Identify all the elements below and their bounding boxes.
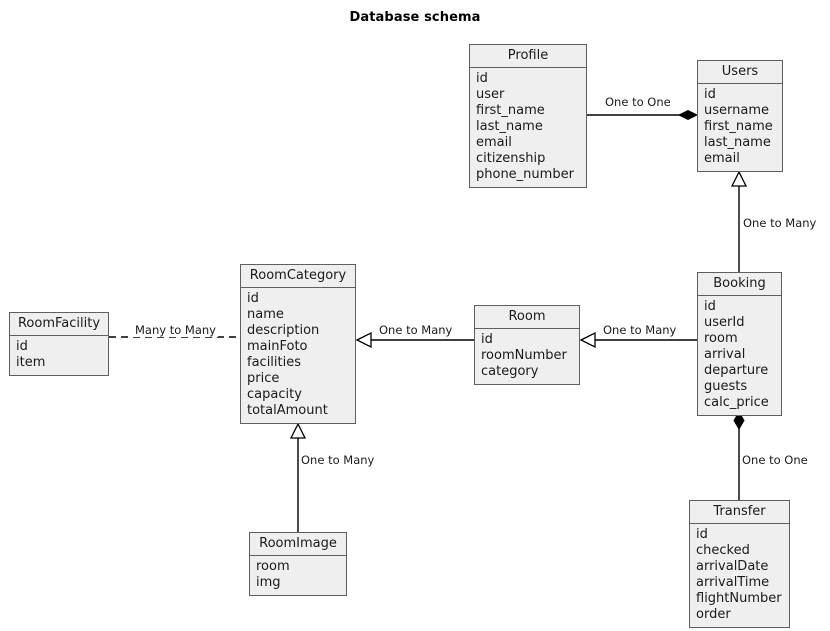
entity-field: last_name [476,119,543,134]
entity-roomimage[interactable]: RoomImage room img [249,532,347,596]
entity-field: username [704,103,769,118]
entity-users[interactable]: Users id username first_name last_name email [697,60,783,172]
entity-field: citizenship [476,151,546,166]
entity-title-transfer: Transfer [690,501,789,524]
entity-field: arrival [704,347,746,362]
entity-profile[interactable]: Profile id user first_name last_name email cit… [469,44,587,188]
entity-title-profile: Profile [470,45,586,68]
entity-field: capacity [247,387,302,402]
hollow-triangle-marker [355,331,372,349]
entity-fields-booking: id userId room arrival departure guests calc_p… [698,296,781,415]
entity-field: email [704,151,740,166]
entity-fields-roomcategory: id name description mainFoto facilities price… [241,288,355,423]
entity-field: roomNumber [481,348,567,363]
entity-field: arrivalTime [696,575,770,590]
edge-label-transfer-booking: One to One [740,453,810,467]
entity-fields-users: id username first_name last_name email [698,84,782,171]
filled-diamond-marker [677,109,699,121]
edge-label-room-roomcategory: One to Many [377,323,455,337]
edge-label-roomfacility-roomcategory: Many to Many [133,323,218,337]
entity-field: phone_number [476,167,574,182]
entity-field: category [481,364,539,379]
entity-booking[interactable]: Booking id userId room arrival departure guest… [697,272,782,416]
entity-field: checked [696,543,750,558]
entity-field: order [696,607,731,622]
entity-field: item [16,355,46,370]
entity-field: id [704,299,716,314]
edge-label-roomimage-roomcategory: One to Many [299,453,377,467]
entity-field: calc_price [704,395,769,410]
entity-field: departure [704,363,769,378]
entity-field: name [247,307,284,322]
entity-field: email [476,135,512,150]
entity-room[interactable]: Room id roomNumber category [474,305,580,385]
entity-field: userId [704,315,745,330]
entity-field: img [256,575,281,590]
entity-field: facilities [247,355,302,370]
entity-field: totalAmount [247,403,328,418]
hollow-triangle-marker [579,331,596,349]
entity-field: guests [704,379,748,394]
entity-fields-roomfacility: id item [10,336,108,375]
entity-field: id [476,71,488,86]
entity-field: id [704,87,716,102]
entity-title-roomfacility: RoomFacility [10,313,108,336]
edge-label-profile-users: One to One [603,95,673,109]
page-title: Database schema [349,10,481,25]
edge-profile-users [587,109,699,121]
entity-field: room [704,331,738,346]
entity-field: price [247,371,280,386]
diagram-canvas: Database schema Profile id user first_na… [0,0,830,631]
edge-label-booking-users: One to Many [741,216,819,230]
entity-title-booking: Booking [698,273,781,296]
hollow-triangle-marker [730,170,748,187]
edge-roomimage-roomcategory [289,422,307,532]
entity-field: last_name [704,135,771,150]
entity-field: id [481,332,493,347]
entity-field: id [16,339,28,354]
entity-title-users: Users [698,61,782,84]
edge-label-booking-room: One to Many [601,323,679,337]
entity-title-roomcategory: RoomCategory [241,265,355,288]
entity-field: arrivalDate [696,559,769,574]
entity-roomfacility[interactable]: RoomFacility id item [9,312,109,376]
entity-field: mainFoto [247,339,308,354]
entity-field: flightNumber [696,591,782,606]
entity-field: id [247,291,259,306]
entity-fields-profile: id user first_name last_name email citizenshi… [470,68,586,187]
entity-field: first_name [476,103,545,118]
entity-fields-transfer: id checked arrivalDate arrivalTime flightNum… [690,524,789,627]
entity-field: user [476,87,505,102]
entity-title-roomimage: RoomImage [250,533,346,556]
entity-field: room [256,559,290,574]
entity-field: id [696,527,708,542]
entity-fields-roomimage: room img [250,556,346,595]
entity-title-room: Room [475,306,579,329]
entity-field: first_name [704,119,773,134]
hollow-triangle-marker [289,422,307,439]
entity-roomcategory[interactable]: RoomCategory id name description mainFoto fac… [240,264,356,424]
entity-field: description [247,323,320,338]
entity-transfer[interactable]: Transfer id checked arrivalDate arrivalTime f… [689,500,790,628]
entity-fields-room: id roomNumber category [475,329,579,384]
